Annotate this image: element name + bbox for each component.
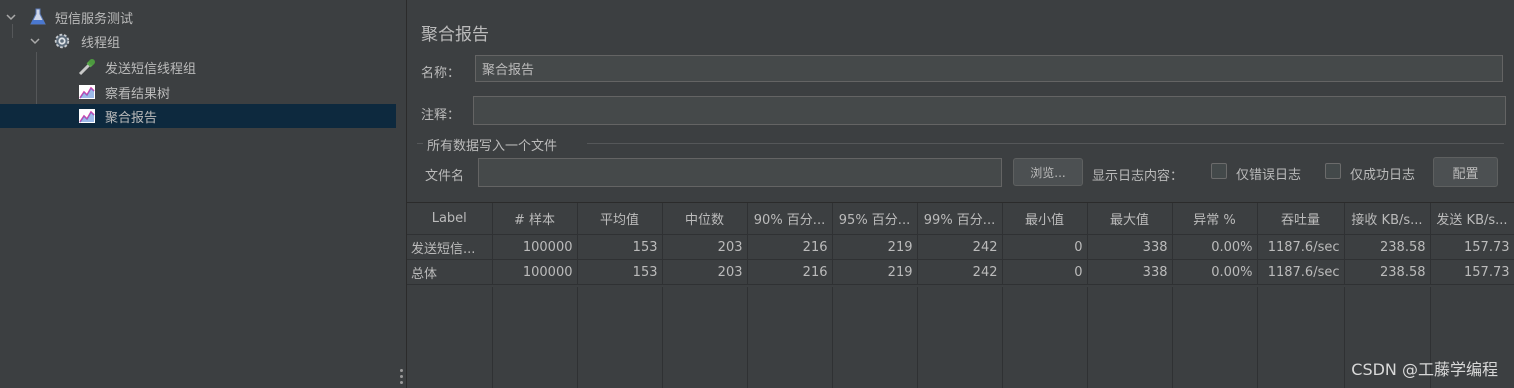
column-header[interactable]: 中位数: [662, 203, 748, 235]
tree-node-root[interactable]: 短信服务测试: [0, 5, 396, 29]
column-header[interactable]: 异常 %: [1172, 203, 1258, 235]
browse-button[interactable]: 浏览...: [1013, 158, 1083, 186]
table-cell: 242: [917, 259, 1003, 285]
log-content-label: 显示日志内容：: [1092, 169, 1184, 184]
table-row[interactable]: 发送短信... 100000 153 203 216 219 242 0 338…: [407, 234, 1514, 260]
panel-title: 聚合报告: [421, 25, 489, 45]
tree-node-label: 线程组: [81, 35, 121, 51]
results-table: Label # 样本 平均值 中位数 90% 百分... 95% 百分... 9…: [407, 203, 1514, 285]
chevron-down-icon[interactable]: [29, 35, 41, 47]
table-cell: 157.73: [1430, 234, 1514, 260]
column-header[interactable]: 最大值: [1087, 203, 1173, 235]
table-cell: 216: [747, 234, 833, 260]
filename-field[interactable]: [478, 158, 1002, 187]
group-border: [417, 143, 423, 144]
chart-icon: [78, 107, 96, 125]
gear-icon: [53, 32, 71, 50]
column-header[interactable]: 接收 KB/s...: [1344, 203, 1431, 235]
tree-node-results-tree[interactable]: 察看结果树: [0, 80, 396, 104]
column-header[interactable]: 99% 百分...: [917, 203, 1003, 235]
results-table-container: Label # 样本 平均值 中位数 90% 百分... 95% 百分... 9…: [407, 202, 1514, 388]
table-row[interactable]: 总体 100000 153 203 216 219 242 0 338 0.00…: [407, 259, 1514, 285]
table-cell: 157.73: [1430, 259, 1514, 285]
table-cell: 242: [917, 234, 1003, 260]
comment-label: 注释：: [421, 108, 461, 123]
column-header[interactable]: Label: [407, 203, 493, 235]
column-header[interactable]: # 样本: [492, 203, 578, 235]
name-label: 名称：: [421, 66, 461, 81]
tree-node-label: 发送短信线程组: [105, 61, 197, 77]
jmeter-window: 短信服务测试 线程组 发送短信线程组 察看结果树 聚合报告 聚合报告 名称： 聚…: [0, 0, 1514, 388]
success-only-label: 仅成功日志: [1350, 168, 1416, 183]
test-plan-tree: 短信服务测试 线程组 发送短信线程组 察看结果树 聚合报告: [0, 0, 396, 388]
tree-node-label: 短信服务测试: [55, 11, 134, 27]
drag-grip-icon[interactable]: [399, 369, 403, 384]
table-cell: 338: [1087, 234, 1173, 260]
tree-node-aggregate-report[interactable]: 聚合报告: [0, 104, 396, 128]
dropper-icon: [78, 58, 96, 76]
tree-node-label: 察看结果树: [105, 86, 171, 102]
chart-icon: [78, 83, 96, 101]
comment-field[interactable]: [473, 96, 1506, 125]
tree-node-thread-group[interactable]: 线程组: [0, 29, 396, 53]
filename-label: 文件名: [425, 169, 465, 184]
table-cell: 1187.6/sec: [1257, 259, 1345, 285]
column-header[interactable]: 平均值: [577, 203, 663, 235]
table-grid-lines: [407, 287, 1514, 388]
table-cell: 203: [662, 259, 748, 285]
errors-only-label: 仅错误日志: [1236, 168, 1302, 183]
column-header[interactable]: 吞吐量: [1257, 203, 1345, 235]
table-header-row: Label # 样本 平均值 中位数 90% 百分... 95% 百分... 9…: [407, 203, 1514, 235]
tree-node-label: 聚合报告: [105, 110, 158, 126]
column-header[interactable]: 95% 百分...: [832, 203, 918, 235]
table-cell: 219: [832, 259, 918, 285]
table-cell: 153: [577, 234, 663, 260]
flask-icon: [29, 8, 47, 26]
table-cell: 总体: [407, 259, 493, 285]
table-cell: 0: [1002, 234, 1088, 260]
table-cell: 238.58: [1344, 259, 1431, 285]
table-cell: 216: [747, 259, 833, 285]
split-pane-divider[interactable]: [396, 0, 407, 388]
column-header[interactable]: 发送 KB/s...: [1430, 203, 1514, 235]
table-cell: 发送短信...: [407, 234, 493, 260]
table-cell: 0.00%: [1172, 234, 1258, 260]
table-cell: 0: [1002, 259, 1088, 285]
table-cell: 100000: [492, 259, 578, 285]
table-cell: 1187.6/sec: [1257, 234, 1345, 260]
table-cell: 100000: [492, 234, 578, 260]
chevron-down-icon[interactable]: [5, 11, 17, 23]
watermark: CSDN @工藤学编程: [1351, 360, 1498, 379]
group-title: 所有数据写入一个文件: [427, 139, 558, 154]
table-cell: 0.00%: [1172, 259, 1258, 285]
table-cell: 203: [662, 234, 748, 260]
tree-node-sampler[interactable]: 发送短信线程组: [0, 55, 396, 79]
table-cell: 338: [1087, 259, 1173, 285]
table-cell: 153: [577, 259, 663, 285]
table-cell: 219: [832, 234, 918, 260]
errors-only-checkbox[interactable]: [1211, 163, 1227, 179]
success-only-checkbox[interactable]: [1325, 163, 1341, 179]
column-header[interactable]: 最小值: [1002, 203, 1088, 235]
column-header[interactable]: 90% 百分...: [747, 203, 833, 235]
aggregate-report-panel: 聚合报告 名称： 注释： 所有数据写入一个文件 文件名 浏览... 显示日志内容…: [407, 0, 1514, 388]
name-field[interactable]: [475, 55, 1503, 82]
config-button[interactable]: 配置: [1433, 157, 1498, 187]
table-cell: 238.58: [1344, 234, 1431, 260]
group-border: [587, 143, 1504, 144]
